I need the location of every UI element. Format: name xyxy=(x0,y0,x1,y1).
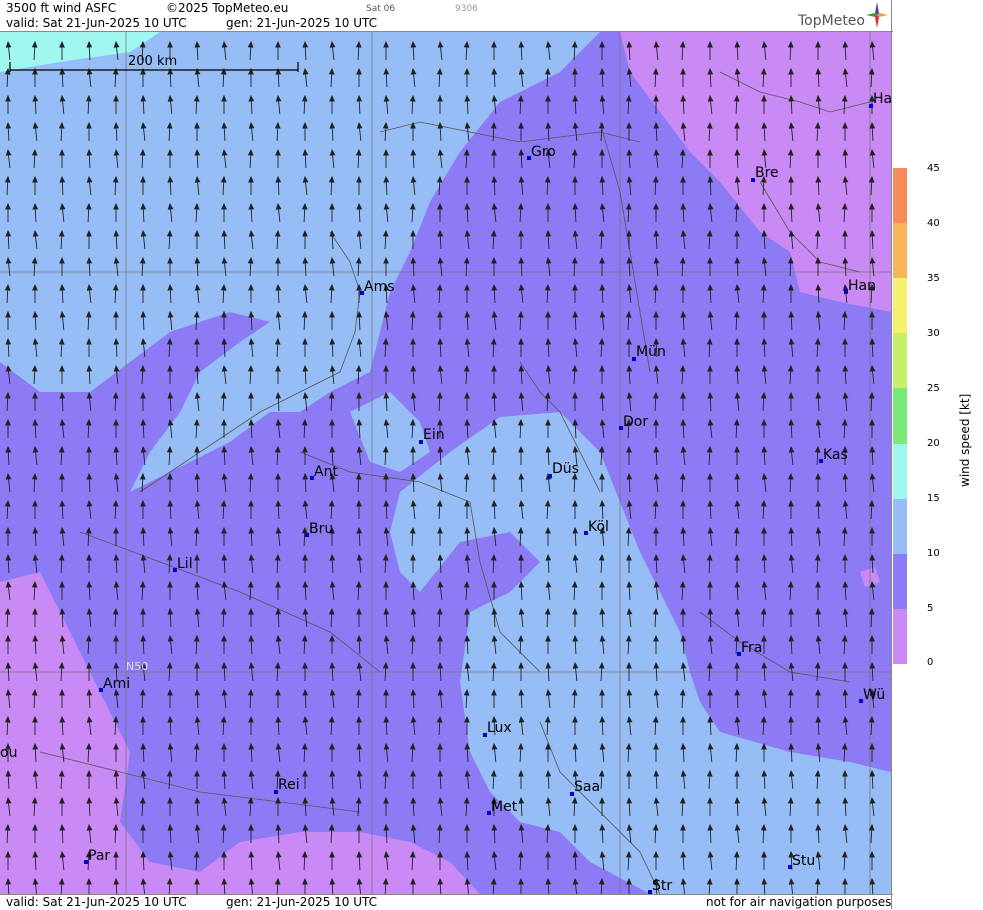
city-label-mun: Mün xyxy=(636,344,666,360)
city-label-lil: Lil xyxy=(177,556,193,572)
city-label-stu: Stu xyxy=(792,853,815,869)
city-label-dor: Dor xyxy=(623,414,648,430)
city-label-bre: Bre xyxy=(755,165,779,181)
wind-speed-field xyxy=(0,32,891,894)
colorbar-segment xyxy=(893,168,907,224)
colorbar-segment xyxy=(893,553,907,609)
city-label-rei: Rei xyxy=(278,777,300,793)
code-number: 9306 xyxy=(455,4,478,14)
city-label-ant: Ant xyxy=(314,464,338,480)
grid-label-n50: N50 xyxy=(126,660,148,673)
city-label-ami: Ami xyxy=(103,676,130,692)
colorbar-tick: 0 xyxy=(927,657,934,668)
footer-disclaimer: not for air navigation purposes xyxy=(706,895,892,909)
city-label-saa: Saa xyxy=(574,779,600,795)
colorbar-tick: 30 xyxy=(927,328,940,339)
city-label-ou: ou xyxy=(0,745,17,761)
city-label-lux: Lux xyxy=(487,720,512,736)
day-code: Sat 06 xyxy=(366,4,396,14)
city-label-dus: Düs xyxy=(552,461,579,477)
city-label-par: Par xyxy=(88,848,110,864)
topmeteo-logo[interactable]: TopMeteo xyxy=(798,13,865,29)
city-label-kol: Köl xyxy=(588,519,609,535)
footer-valid-time: valid: Sat 21-Jun-2025 10 UTC xyxy=(6,895,187,909)
header-generated-time: gen: 21-Jun-2025 10 UTC xyxy=(226,16,378,30)
colorbar-tick: 45 xyxy=(927,163,940,174)
city-label-gro: Gro xyxy=(531,144,556,160)
wind-map[interactable]: 200 km N50 Ha Gro Bre Ams Han Mün Ein Do… xyxy=(0,32,891,894)
colorbar-segment xyxy=(893,443,907,499)
wind-speed-colorbar xyxy=(893,168,907,664)
city-label-ha: Ha xyxy=(873,91,891,107)
city-label-ein: Ein xyxy=(423,427,445,443)
colorbar-segment xyxy=(893,608,907,664)
copyright: ©2025 TopMeteo.eu xyxy=(166,1,289,15)
colorbar-tick: 15 xyxy=(927,493,940,504)
colorbar-tick: 35 xyxy=(927,273,940,284)
colorbar-segment xyxy=(893,223,907,279)
colorbar-tick: 40 xyxy=(927,218,940,229)
colorbar-segment xyxy=(893,388,907,444)
map-title: 3500 ft wind ASFC xyxy=(6,1,117,15)
header-valid-time: valid: Sat 21-Jun-2025 10 UTC xyxy=(6,16,187,30)
footer: valid: Sat 21-Jun-2025 10 UTC gen: 21-Ju… xyxy=(0,894,893,910)
city-label-kas: Kas xyxy=(823,447,848,463)
colorbar-segment xyxy=(893,333,907,389)
city-label-bru: Bru xyxy=(309,521,333,537)
colorbar-title: wind speed [kt] xyxy=(958,393,972,487)
logo-text: TopMeteo xyxy=(798,13,865,29)
colorbar-tick: 10 xyxy=(927,548,940,559)
colorbar-segment xyxy=(893,498,907,554)
city-label-met: Met xyxy=(491,799,518,815)
colorbar-tick: 5 xyxy=(927,603,934,614)
footer-generated-time: gen: 21-Jun-2025 10 UTC xyxy=(226,895,378,909)
scale-bar-label: 200 km xyxy=(128,54,177,69)
colorbar-tick: 25 xyxy=(927,383,940,394)
city-label-han: Han xyxy=(848,278,876,294)
colorbar-segment xyxy=(893,278,907,334)
city-label-wu: Wü xyxy=(863,687,885,703)
city-label-str: Str xyxy=(652,878,672,894)
city-label-ams: Ams xyxy=(364,279,395,295)
frame-right-border xyxy=(891,0,892,909)
compass-star-icon xyxy=(866,2,888,28)
city-label-fra: Fra xyxy=(741,640,762,656)
colorbar-tick: 20 xyxy=(927,438,940,449)
